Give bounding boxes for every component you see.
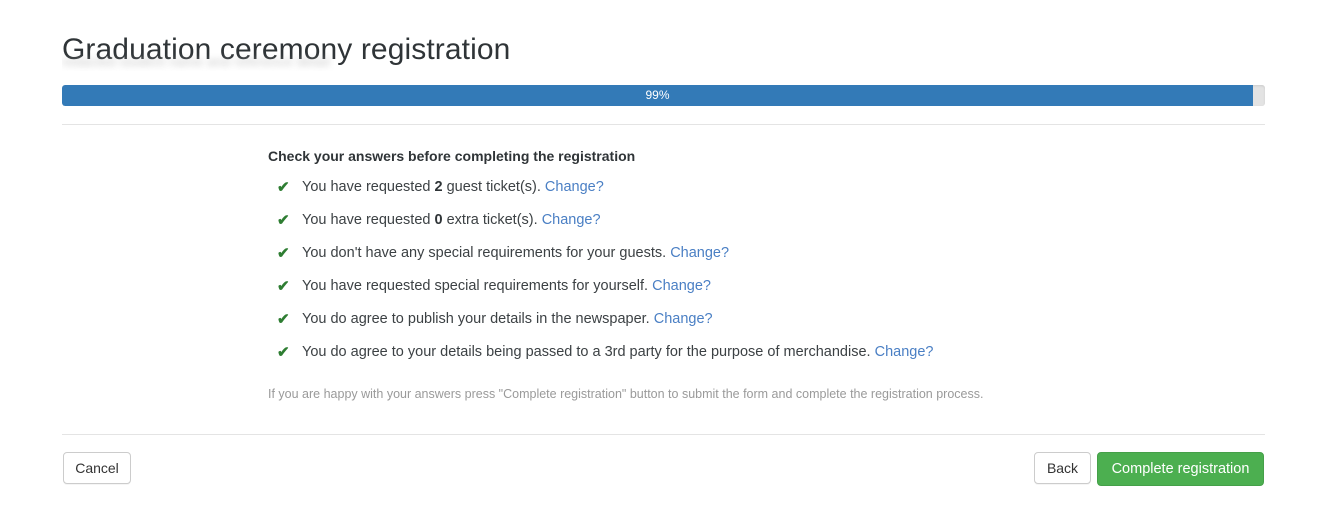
- change-link[interactable]: Change?: [670, 245, 729, 261]
- answer-text-before: You have requested: [302, 212, 435, 228]
- change-link[interactable]: Change?: [545, 179, 604, 195]
- list-item: ✔ You don't have any special requirement…: [268, 243, 1188, 264]
- help-note: If you are happy with your answers press…: [268, 387, 984, 401]
- list-item: ✔ You have requested special requirement…: [268, 276, 1188, 297]
- registration-page: Graduation ceremony registration redacte…: [0, 0, 1334, 513]
- divider-top: [62, 124, 1265, 125]
- change-link[interactable]: Change?: [542, 212, 601, 228]
- list-item: ✔ You do agree to publish your details i…: [268, 309, 1188, 330]
- answers-heading: Check your answers before completing the…: [268, 148, 636, 164]
- answer-text-before: You have requested special requirements …: [302, 278, 649, 294]
- answer-list: ✔ You have requested 2 guest ticket(s). …: [268, 177, 1188, 363]
- cancel-button[interactable]: Cancel: [63, 452, 131, 484]
- change-link[interactable]: Change?: [875, 344, 934, 360]
- answer-text-before: You don't have any special requirements …: [302, 245, 667, 261]
- change-link[interactable]: Change?: [652, 278, 711, 294]
- answer-value: 2: [434, 179, 443, 195]
- list-item: ✔ You do agree to your details being pas…: [268, 342, 1188, 363]
- check-icon: ✔: [277, 212, 290, 229]
- divider-bottom: [62, 434, 1265, 435]
- complete-registration-button[interactable]: Complete registration: [1097, 452, 1264, 486]
- progress-percent-label: 99%: [645, 88, 670, 102]
- answer-text-after: guest ticket(s).: [442, 179, 541, 195]
- check-icon: ✔: [277, 278, 290, 295]
- answer-text-before: You have requested: [302, 179, 435, 195]
- check-icon: ✔: [277, 344, 290, 361]
- back-button[interactable]: Back: [1034, 452, 1091, 484]
- list-item: ✔ You have requested 0 extra ticket(s). …: [268, 210, 1188, 231]
- registration-progress-bar: 99%: [62, 85, 1265, 106]
- answer-text-after: extra ticket(s).: [442, 212, 538, 228]
- redacted-subtitle-text: redacted student name and reference deta…: [62, 54, 331, 69]
- check-icon: ✔: [277, 245, 290, 262]
- change-link[interactable]: Change?: [654, 311, 713, 327]
- answer-value: 0: [434, 212, 443, 228]
- answer-text-before: You do agree to your details being passe…: [302, 344, 871, 360]
- check-icon: ✔: [277, 179, 290, 196]
- list-item: ✔ You have requested 2 guest ticket(s). …: [268, 177, 1188, 198]
- answer-text-before: You do agree to publish your details in …: [302, 311, 650, 327]
- redacted-subtitle: redacted student name and reference deta…: [62, 53, 334, 71]
- check-icon: ✔: [277, 311, 290, 328]
- answers-summary-section: Check your answers before completing the…: [268, 147, 1188, 416]
